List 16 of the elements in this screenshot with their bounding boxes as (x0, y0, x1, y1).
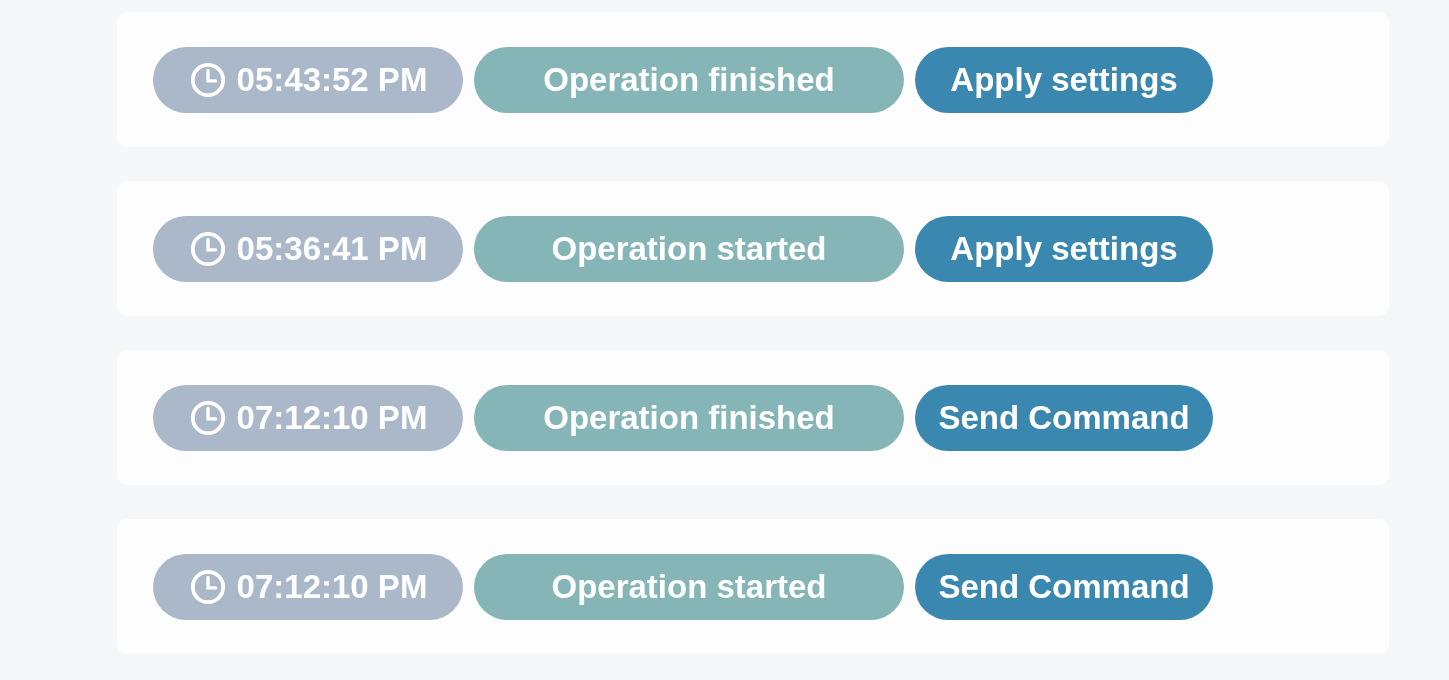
clock-icon (188, 567, 227, 606)
action-button[interactable]: Apply settings (915, 215, 1213, 282)
timestamp-badge: 07:12:10 PM (153, 553, 463, 620)
action-button[interactable]: Send Command (915, 553, 1213, 620)
status-badge: Operation started (474, 215, 904, 282)
timestamp-badge: 05:36:41 PM (153, 215, 463, 282)
action-button[interactable]: Send Command (915, 384, 1213, 451)
status-badge: Operation finished (474, 384, 904, 451)
status-badge: Operation finished (474, 46, 904, 113)
clock-icon (188, 229, 227, 268)
status-badge: Operation started (474, 553, 904, 620)
action-button[interactable]: Apply settings (915, 46, 1213, 113)
timestamp-badge: 05:43:52 PM (153, 46, 463, 113)
timestamp-badge: 07:12:10 PM (153, 384, 463, 451)
clock-icon (188, 398, 227, 437)
clock-icon (188, 60, 227, 99)
